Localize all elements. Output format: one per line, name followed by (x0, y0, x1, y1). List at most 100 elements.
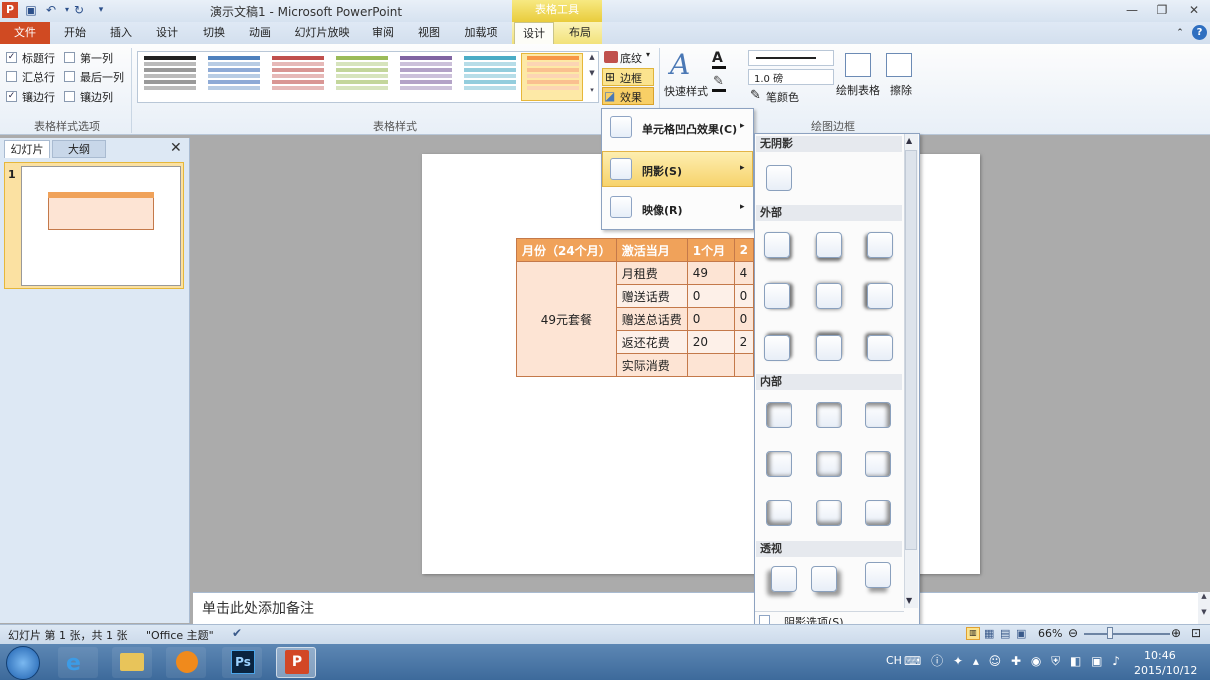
zoom-out-icon[interactable]: ⊖ (1068, 626, 1078, 640)
zoom-slider-thumb[interactable] (1107, 627, 1113, 639)
effects-icon[interactable]: ◪ (604, 89, 615, 103)
data-table[interactable]: 月份（24个月） 激活当月 1个月 2 49元套餐 月租费 49 4 赠送话费 … (516, 238, 754, 377)
notes-scrollbar[interactable]: ▲ ▼ (1198, 592, 1210, 624)
start-button-icon[interactable] (6, 646, 40, 680)
customize-qat-icon[interactable]: ▾ (94, 3, 108, 17)
language-indicator[interactable]: CH (886, 654, 902, 667)
powerpoint-logo-icon[interactable]: P (2, 2, 18, 18)
draw-table-button[interactable]: 绘制表格 (836, 82, 880, 98)
quick-styles-button[interactable]: 快速样式 (664, 83, 708, 99)
tab-table-design[interactable]: 设计 (514, 22, 554, 44)
system-tray-icons[interactable]: ⌨ ⓘ ✦ ▴ ☺ ✚ ◉ ⛨ ◧ ▣ ♪ (904, 652, 1123, 669)
table-header-cell[interactable]: 1个月 (686, 238, 735, 262)
table-style-orange[interactable] (527, 56, 579, 98)
table-cell[interactable]: 20 (686, 330, 735, 354)
redo-icon[interactable]: ↻ (72, 3, 86, 17)
table-cell[interactable]: 赠送话费 (615, 284, 688, 308)
shadow-option-inner[interactable] (865, 402, 891, 428)
last-column-checkbox[interactable] (64, 71, 75, 82)
shadow-option-outer[interactable] (867, 335, 893, 361)
shadow-option-inner[interactable] (766, 402, 792, 428)
table-cell[interactable]: 实际消费 (615, 353, 688, 377)
zoom-slider-track[interactable] (1084, 633, 1170, 635)
tab-insert[interactable]: 插入 (104, 22, 138, 44)
gallery-scroll-down-icon[interactable]: ▼ (587, 69, 597, 85)
shadow-option-inner[interactable] (816, 402, 842, 428)
table-cell[interactable]: 0 (686, 284, 735, 308)
table-cell[interactable]: 返还花费 (615, 330, 688, 354)
clock-date[interactable]: 2015/10/12 (1134, 664, 1197, 677)
tab-slideshow[interactable]: 幻灯片放映 (290, 22, 354, 44)
shadow-option-inner[interactable] (766, 500, 792, 526)
shadow-option-perspective[interactable] (811, 566, 837, 592)
text-fill-icon[interactable]: A (712, 50, 723, 66)
banded-columns-checkbox[interactable] (64, 91, 75, 102)
normal-view-icon[interactable]: ▥ (966, 627, 980, 640)
notes-pane[interactable] (193, 592, 1198, 624)
scroll-up-icon[interactable]: ▲ (906, 136, 912, 145)
tab-slides[interactable]: 幻灯片 (4, 140, 50, 158)
eraser-button[interactable]: 擦除 (890, 82, 912, 98)
tab-addins[interactable]: 加载项 (460, 22, 502, 44)
borders-icon[interactable]: ⊞ (605, 70, 615, 84)
shading-dropdown-icon[interactable]: ▾ (646, 50, 650, 59)
shadow-option-outer[interactable] (764, 283, 790, 309)
shading-icon[interactable] (604, 51, 618, 63)
shadow-option-outer[interactable] (764, 232, 790, 258)
shadow-option-perspective[interactable] (771, 566, 797, 592)
tab-outline[interactable]: 大纲 (52, 140, 106, 158)
shadow-option-inner[interactable] (865, 451, 891, 477)
table-cell[interactable]: 49 (686, 261, 735, 285)
shadow-option-outer[interactable] (867, 283, 893, 309)
table-style-red[interactable] (272, 56, 324, 98)
fit-to-window-icon[interactable]: ⊡ (1191, 626, 1201, 640)
table-cell[interactable]: 0 (733, 307, 754, 331)
tab-design[interactable]: 设计 (150, 22, 184, 44)
banded-rows-checkbox[interactable]: ✓ (6, 91, 17, 102)
table-cell[interactable]: 0 (733, 284, 754, 308)
zoom-in-icon[interactable]: ⊕ (1171, 626, 1181, 640)
table-cell[interactable] (733, 353, 754, 377)
table-style-aqua[interactable] (464, 56, 516, 98)
shadow-option-outer[interactable] (867, 232, 893, 258)
table-style-blue[interactable] (208, 56, 260, 98)
pen-color-icon[interactable]: ✎ (750, 88, 761, 103)
eraser-icon[interactable] (886, 53, 912, 77)
tab-home[interactable]: 开始 (58, 22, 92, 44)
shadow-option-none[interactable] (766, 165, 792, 191)
table-cell[interactable]: 4 (733, 261, 754, 285)
close-panel-icon[interactable]: ✕ (170, 140, 182, 156)
reading-view-icon[interactable]: ▤ (1000, 627, 1010, 640)
text-outline-icon[interactable]: ✎ (713, 74, 724, 89)
quick-styles-icon[interactable]: A (670, 48, 690, 81)
table-style-green[interactable] (336, 56, 388, 98)
slideshow-view-icon[interactable]: ▣ (1016, 627, 1026, 640)
clock-time[interactable]: 10:46 (1144, 649, 1176, 662)
help-icon[interactable]: ? (1192, 25, 1207, 40)
draw-table-icon[interactable] (845, 53, 871, 77)
pen-color-button[interactable]: 笔颜色 (766, 89, 799, 105)
table-cell[interactable] (686, 353, 735, 377)
minimize-icon[interactable]: — (1118, 2, 1146, 18)
gallery-scroll-up-icon[interactable]: ▲ (587, 53, 597, 69)
tab-layout[interactable]: 布局 (562, 22, 598, 44)
header-row-checkbox[interactable]: ✓ (6, 52, 17, 63)
shadow-option-inner[interactable] (816, 500, 842, 526)
table-header-cell[interactable]: 月份（24个月） (516, 238, 617, 262)
zoom-level[interactable]: 66% (1038, 627, 1062, 640)
shading-button[interactable]: 底纹 (620, 50, 642, 66)
effects-button[interactable]: 效果 (620, 89, 642, 105)
tab-transitions[interactable]: 切换 (197, 22, 231, 44)
undo-icon[interactable]: ↶ (44, 3, 58, 17)
collapse-ribbon-icon[interactable]: ⌃ (1172, 22, 1188, 44)
table-header-cell[interactable]: 激活当月 (615, 238, 688, 262)
shadow-option-perspective[interactable] (865, 562, 891, 588)
shadow-option-inner[interactable] (816, 451, 842, 477)
shadow-option-outer[interactable] (816, 283, 842, 309)
table-style-black[interactable] (144, 56, 196, 98)
slide-sorter-icon[interactable]: ▦ (984, 627, 994, 640)
tab-review[interactable]: 审阅 (366, 22, 400, 44)
borders-button[interactable]: 边框 (620, 70, 642, 86)
tab-file[interactable]: 文件 (0, 22, 50, 44)
table-cell[interactable]: 2 (733, 330, 754, 354)
